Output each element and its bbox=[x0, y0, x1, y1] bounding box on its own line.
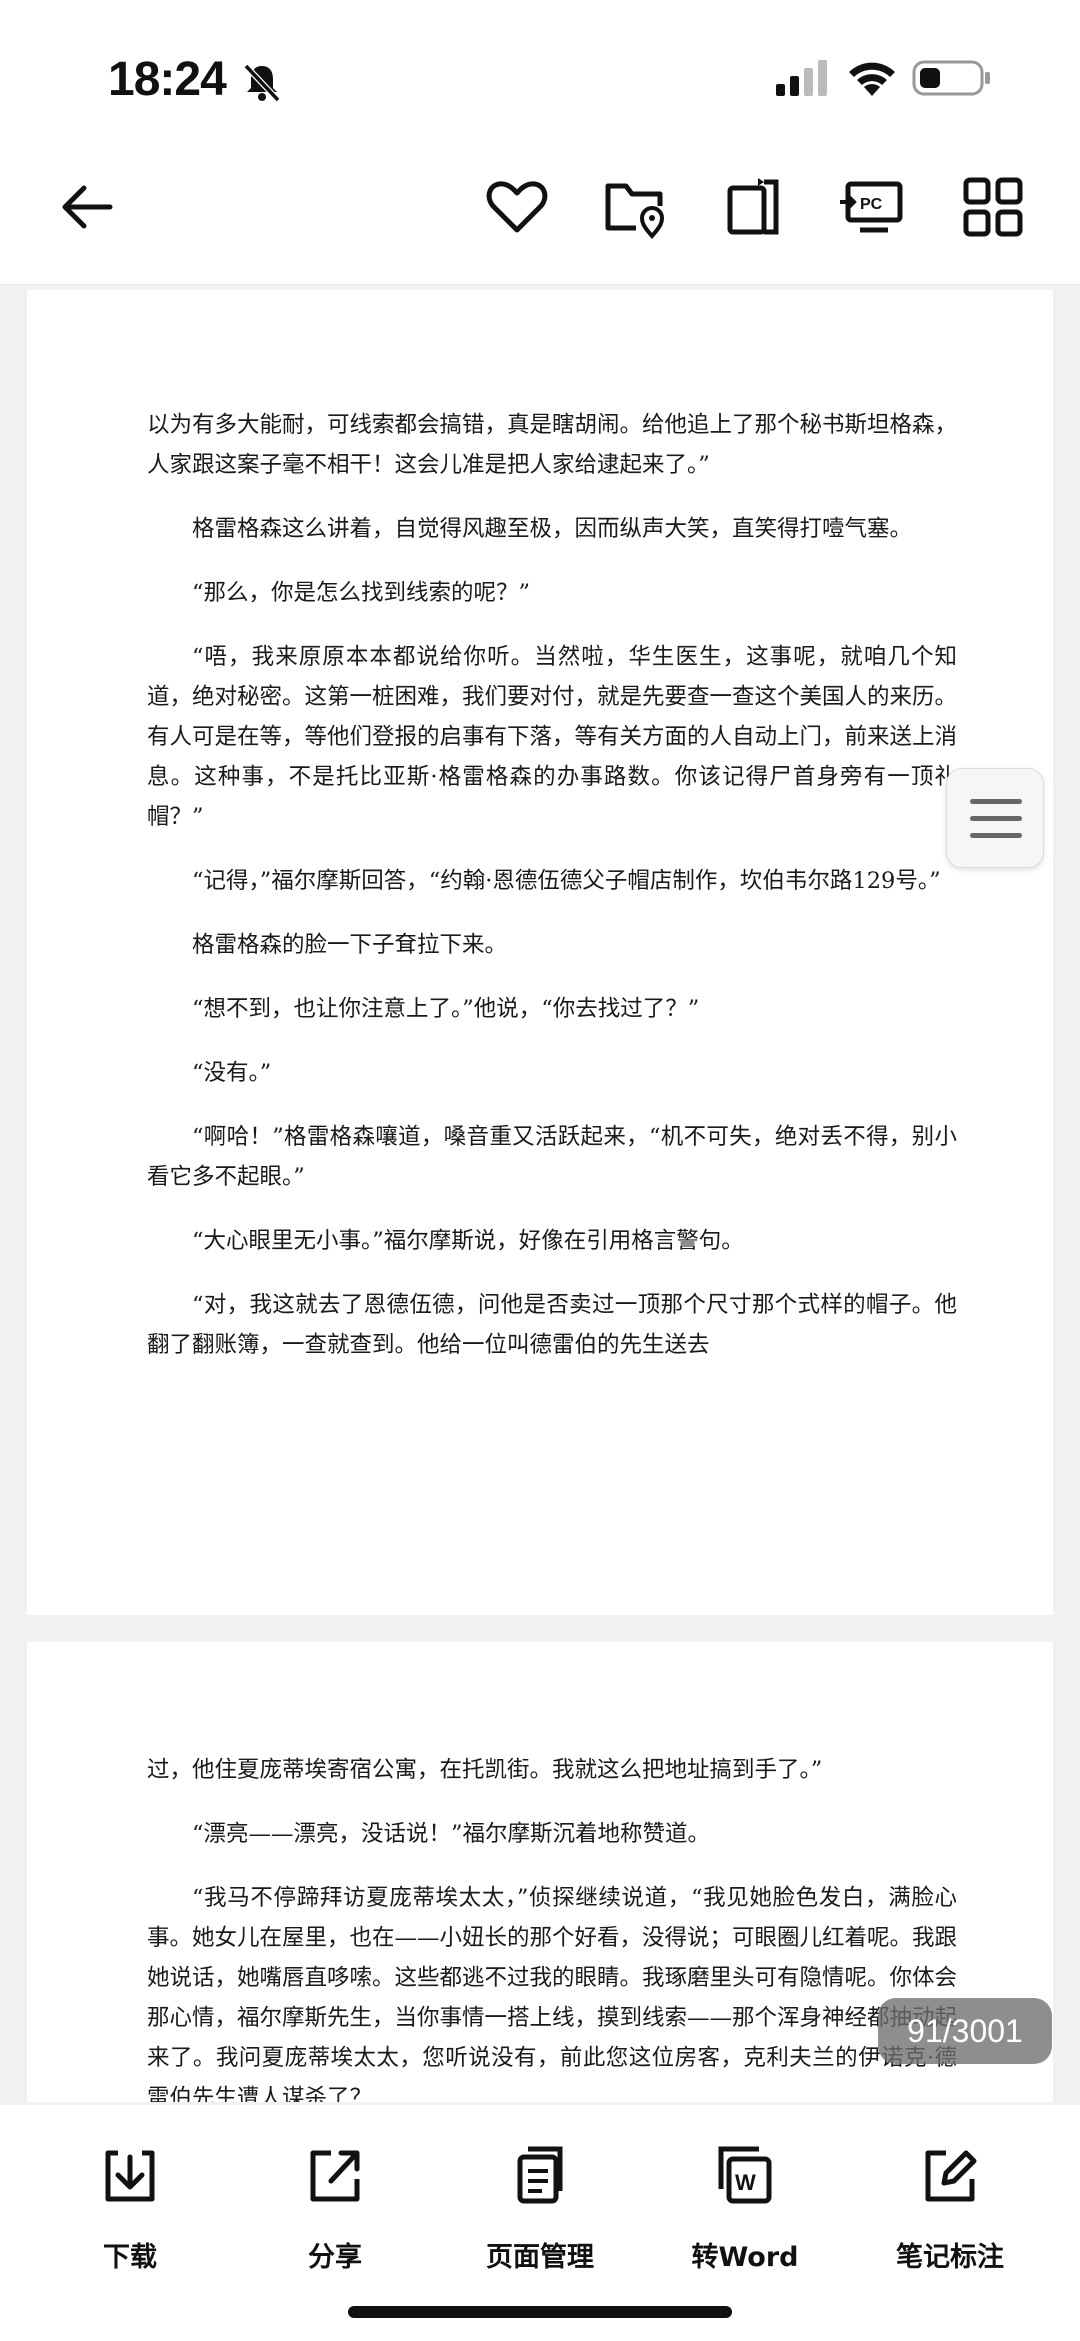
top-toolbar: PC bbox=[0, 150, 1080, 285]
menu-line-icon bbox=[970, 799, 1022, 804]
paragraph: “唔，我来原原本本都说给你听。当然啦，华生医生，这事呢，就咱几个知道，绝对秘密。… bbox=[147, 644, 958, 830]
word-icon: W bbox=[718, 2146, 772, 2204]
svg-text:W: W bbox=[735, 2170, 756, 2195]
paragraph: “大心眼里无小事。”福尔摩斯说，好像在引用格言警句。 bbox=[192, 1228, 744, 1254]
page-manage-label: 页面管理 bbox=[486, 2242, 594, 2273]
share-label: 分享 bbox=[308, 2242, 362, 2273]
muted-bell-icon bbox=[243, 63, 281, 103]
to-word-button[interactable]: W 转Word bbox=[655, 2145, 835, 2285]
document-icon[interactable] bbox=[718, 172, 788, 242]
paragraph: “没有。” bbox=[192, 1060, 272, 1086]
cellular-signal-icon bbox=[776, 60, 827, 96]
download-icon bbox=[105, 2150, 155, 2202]
share-button[interactable]: 分享 bbox=[245, 2145, 425, 2285]
menu-line-icon bbox=[970, 833, 1022, 838]
notes-label: 笔记标注 bbox=[896, 2242, 1004, 2273]
edit-note-icon bbox=[925, 2150, 977, 2202]
document-page: 以为有多大能耐，可线索都会搞错，真是瞎胡闹。给他追上了那个秘书斯坦格森，人家跟这… bbox=[27, 290, 1053, 1615]
page-counter: 91/3001 bbox=[878, 1998, 1052, 2064]
grid-icon[interactable] bbox=[958, 172, 1028, 242]
status-time: 18:24 bbox=[108, 53, 227, 106]
paragraph: 以为有多大能耐，可线索都会搞错，真是瞎胡闹。给他追上了那个秘书斯坦格森，人家跟这… bbox=[147, 412, 958, 478]
page-text: 以为有多大能耐，可线索都会搞错，真是瞎胡闹。给他追上了那个秘书斯坦格森，人家跟这… bbox=[147, 405, 957, 1389]
paragraph: 过，他住夏庞蒂埃寄宿公寓，在托凯街。我就这么把地址搞到手了。” bbox=[147, 1757, 823, 1783]
share-icon bbox=[310, 2150, 360, 2202]
notes-button[interactable]: 笔记标注 bbox=[860, 2145, 1040, 2285]
paragraph: “啊哈！”格雷格森嚷道，嗓音重又活跃起来，“机不可失，绝对丢不得，别小看它多不起… bbox=[147, 1124, 957, 1190]
paragraph: “想不到，也让你注意上了。”他说，“你去找过了？” bbox=[192, 996, 700, 1022]
download-label: 下载 bbox=[103, 2242, 157, 2273]
page-manage-button[interactable]: 页面管理 bbox=[450, 2145, 630, 2285]
to-word-label: 转Word bbox=[691, 2242, 799, 2273]
download-button[interactable]: 下载 bbox=[40, 2145, 220, 2285]
svg-text:PC: PC bbox=[860, 196, 883, 213]
side-menu-button[interactable] bbox=[946, 768, 1044, 868]
battery-icon bbox=[912, 60, 990, 96]
paragraph: “对，我这就去了恩德伍德，问他是否卖过一顶那个尺寸那个式样的帽子。他翻了翻账簿，… bbox=[147, 1292, 957, 1358]
heart-icon[interactable] bbox=[482, 172, 552, 242]
paragraph: “漂亮——漂亮，没话说！”福尔摩斯沉着地称赞道。 bbox=[192, 1821, 711, 1847]
back-arrow-icon[interactable] bbox=[52, 172, 122, 242]
paragraph: “记得，”福尔摩斯回答，“约翰·恩德伍德父子帽店制作，坎伯韦尔路129号。” bbox=[192, 868, 941, 894]
paragraph: “那么，你是怎么找到线索的呢？” bbox=[192, 580, 531, 606]
folder-location-icon[interactable] bbox=[600, 172, 670, 242]
home-indicator[interactable] bbox=[348, 2306, 732, 2318]
status-bar: 18:24 bbox=[0, 0, 1080, 150]
paragraph: “我马不停蹄拜访夏庞蒂埃太太，”侦探继续说道，“我见她脸色发白，满脸心事。她女儿… bbox=[147, 1885, 958, 2102]
wifi-icon bbox=[849, 62, 895, 96]
paragraph: 格雷格森的脸一下子耷拉下来。 bbox=[192, 932, 508, 958]
paragraph: 格雷格森这么讲着，自觉得风趣至极，因而纵声大笑，直笑得打噎气塞。 bbox=[192, 516, 913, 542]
pages-icon bbox=[517, 2146, 563, 2204]
menu-line-icon bbox=[970, 816, 1022, 821]
pc-transfer-icon[interactable]: PC bbox=[838, 172, 908, 242]
page-text: 过，他住夏庞蒂埃寄宿公寓，在托凯街。我就这么把地址搞到手了。” “漂亮——漂亮，… bbox=[147, 1750, 957, 2102]
